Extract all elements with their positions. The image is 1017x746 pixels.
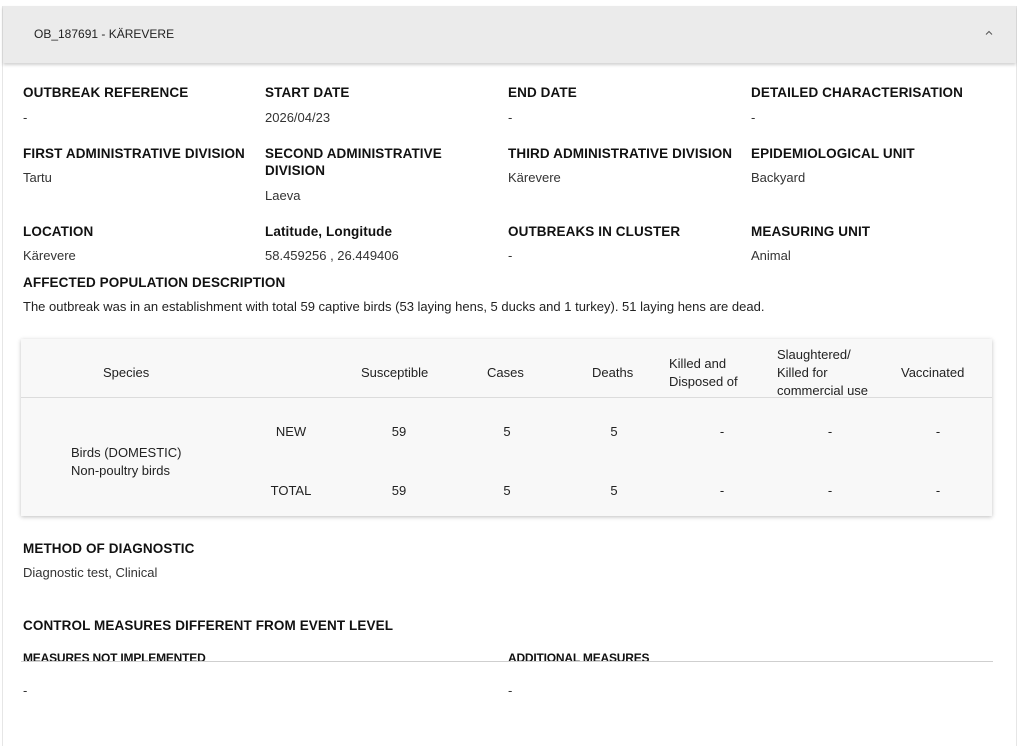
start-date-label: START DATE <box>265 85 350 100</box>
table-header: Species Susceptible Cases Deaths Killed … <box>21 339 992 398</box>
third-admin-value: Kärevere <box>508 170 561 185</box>
outbreak-reference-label: OUTBREAK REFERENCE <box>23 85 189 100</box>
row-total-slaughtered: - <box>827 483 833 498</box>
epi-unit-value: Backyard <box>751 170 806 185</box>
additional-measures-label: ADDITIONAL MEASURES <box>508 651 650 665</box>
lat-long-value: 58.459256 , 26.449406 <box>265 248 399 263</box>
population-table: Species Susceptible Cases Deaths Killed … <box>21 339 992 516</box>
panel-header[interactable]: OB_187691 - KÄREVERE <box>3 6 1016 63</box>
affected-population-label: AFFECTED POPULATION DESCRIPTION <box>23 275 286 290</box>
header-cases: Cases <box>487 365 524 380</box>
row-new-cases: 5 <box>503 424 511 439</box>
measures-divider <box>21 661 993 662</box>
header-killed-line1: Killed and <box>669 356 727 371</box>
header-susceptible: Susceptible <box>361 365 429 380</box>
start-date-value: 2026/04/23 <box>265 110 331 125</box>
first-admin-label: FIRST ADMINISTRATIVE DIVISION <box>23 146 245 161</box>
measuring-unit-value: Animal <box>751 248 791 263</box>
second-admin-label-line1: SECOND ADMINISTRATIVE <box>265 146 442 161</box>
header-killed-line2: Disposed of <box>669 374 738 389</box>
row-total-type: TOTAL <box>270 483 312 498</box>
row-new-type: NEW <box>275 424 307 439</box>
measuring-unit-label: MEASURING UNIT <box>751 224 871 239</box>
row-total-vaccinated: - <box>935 483 941 498</box>
header-slaughtered-line1: Slaughtered/ <box>777 347 851 362</box>
location-value: Kärevere <box>23 248 76 263</box>
row-new-killed: - <box>719 424 725 439</box>
chevron-up-icon[interactable] <box>985 29 993 37</box>
measures-not-implemented-value: - <box>23 683 28 698</box>
row-total-killed: - <box>719 483 725 498</box>
detailed-characterisation-value: - <box>751 110 756 125</box>
row-total-deaths: 5 <box>610 483 618 498</box>
row-new-susceptible: 59 <box>391 424 407 439</box>
species-line2: Non-poultry birds <box>71 463 170 478</box>
detailed-characterisation-label: DETAILED CHARACTERISATION <box>751 85 963 100</box>
outbreaks-in-cluster-value: - <box>508 248 513 263</box>
header-species: Species <box>103 365 150 380</box>
third-admin-label: THIRD ADMINISTRATIVE DIVISION <box>508 146 733 161</box>
diagnostic-label: METHOD OF DIAGNOSTIC <box>23 541 195 556</box>
end-date-value: - <box>508 110 513 125</box>
row-total-susceptible: 59 <box>391 483 407 498</box>
second-admin-value: Laeva <box>265 188 301 203</box>
control-measures-label: CONTROL MEASURES DIFFERENT FROM EVENT LE… <box>23 618 394 633</box>
row-new-vaccinated: - <box>935 424 941 439</box>
location-label: LOCATION <box>23 224 94 239</box>
table-body: Birds (DOMESTIC) Non-poultry birds NEW 5… <box>21 398 992 516</box>
lat-long-label: Latitude, Longitude <box>265 224 393 239</box>
end-date-label: END DATE <box>508 85 577 100</box>
affected-population-text: The outbreak was in an establishment wit… <box>23 299 765 314</box>
epi-unit-label: EPIDEMIOLOGICAL UNIT <box>751 146 915 161</box>
row-total-cases: 5 <box>503 483 511 498</box>
header-vaccinated: Vaccinated <box>901 365 965 380</box>
panel-title: OB_187691 - KÄREVERE <box>34 27 175 41</box>
species-line1: Birds (DOMESTIC) <box>71 445 182 460</box>
header-deaths: Deaths <box>592 365 634 380</box>
header-slaughtered-line2: Killed for <box>777 365 828 380</box>
first-admin-value: Tartu <box>23 170 52 185</box>
measures-not-implemented-label: MEASURES NOT IMPLEMENTED <box>23 651 206 665</box>
additional-measures-value: - <box>508 683 513 698</box>
row-new-deaths: 5 <box>610 424 618 439</box>
second-admin-label-line2: DIVISION <box>265 163 326 178</box>
outbreaks-in-cluster-label: OUTBREAKS IN CLUSTER <box>508 224 681 239</box>
diagnostic-value: Diagnostic test, Clinical <box>23 565 158 580</box>
outbreak-reference-value: - <box>23 110 28 125</box>
row-new-slaughtered: - <box>827 424 833 439</box>
